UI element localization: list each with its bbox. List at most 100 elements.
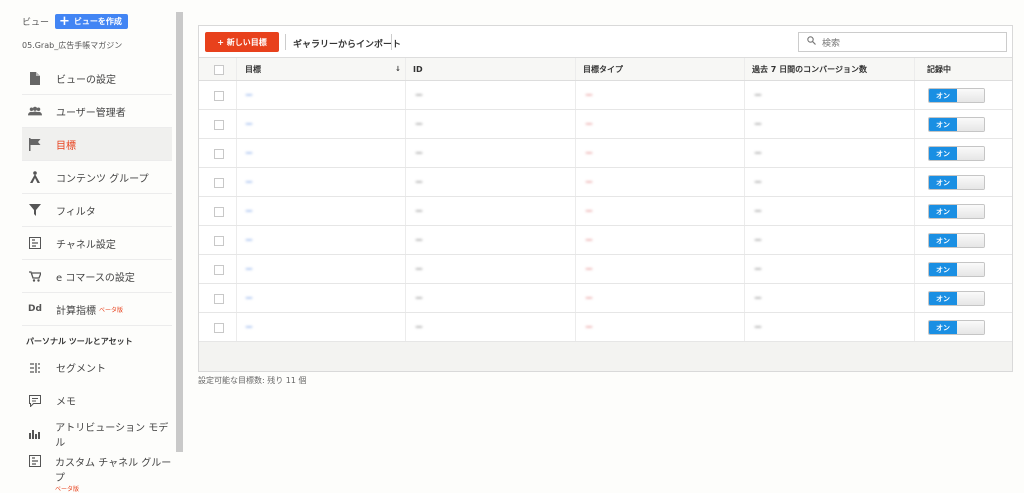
recording-toggle[interactable]: オン bbox=[928, 168, 985, 197]
sidebar-item-segments[interactable]: セグメント bbox=[22, 351, 172, 384]
goal-name-link[interactable]: ー bbox=[245, 168, 253, 197]
row-checkbox[interactable] bbox=[214, 81, 224, 110]
column-separator bbox=[575, 255, 576, 283]
table-row: ー ー ー ー オン bbox=[199, 197, 1012, 226]
column-separator bbox=[405, 197, 406, 225]
divider bbox=[391, 34, 392, 50]
sidebar-item-memo[interactable]: メモ bbox=[22, 384, 172, 417]
goal-name-link[interactable]: ー bbox=[245, 313, 253, 342]
recording-toggle[interactable]: オン bbox=[928, 81, 985, 110]
conversion-count: ー bbox=[754, 294, 762, 303]
goal-name-link[interactable]: ー bbox=[245, 255, 253, 284]
sidebar-item-content-grouping[interactable]: コンテンツ グループ bbox=[22, 161, 172, 194]
sidebar-item-calculated-metrics[interactable]: Dd 計算指標 ベータ版 bbox=[22, 293, 172, 326]
recording-toggle[interactable]: オン bbox=[928, 139, 985, 168]
row-checkbox[interactable] bbox=[214, 313, 224, 342]
row-checkbox[interactable] bbox=[214, 255, 224, 284]
row-checkbox[interactable] bbox=[214, 168, 224, 197]
goals-toolbar: + 新しい目標 ギャラリーからインポート 検索 bbox=[199, 26, 1012, 58]
goal-type: ー bbox=[585, 207, 593, 216]
sidebar-item-view-settings[interactable]: ビューの設定 bbox=[22, 62, 172, 95]
goal-name-link[interactable]: ー bbox=[245, 110, 253, 139]
goal-name-link[interactable]: ー bbox=[245, 139, 253, 168]
goal-name-link[interactable]: ー bbox=[245, 226, 253, 255]
goals-panel: + 新しい目標 ギャラリーからインポート 検索 目標 ↓ ID 目標タイプ 過去… bbox=[198, 25, 1013, 372]
table-row: ー ー ー ー オン bbox=[199, 110, 1012, 139]
recording-toggle[interactable]: オン bbox=[928, 255, 985, 284]
sidebar-item-channel-settings[interactable]: チャネル設定 bbox=[22, 227, 172, 260]
select-all-checkbox[interactable] bbox=[214, 65, 224, 75]
column-separator bbox=[744, 81, 745, 109]
goal-name-link[interactable]: ー bbox=[245, 81, 253, 110]
goals-table-body: ー ー ー ー オン ー ー ー ー オン ー ー ー ー オン ー ー ー ー… bbox=[199, 81, 1012, 342]
conversion-count: ー bbox=[754, 120, 762, 129]
column-separator bbox=[236, 58, 237, 80]
column-header-recording[interactable]: 記録中 bbox=[927, 58, 951, 81]
row-checkbox[interactable] bbox=[214, 197, 224, 226]
recording-toggle[interactable]: オン bbox=[928, 110, 985, 139]
row-checkbox[interactable] bbox=[214, 110, 224, 139]
column-separator bbox=[405, 110, 406, 138]
recording-toggle[interactable]: オン bbox=[928, 313, 985, 342]
column-separator bbox=[744, 313, 745, 341]
column-separator bbox=[405, 139, 406, 167]
sidebar-item-custom-channel-groups[interactable]: カスタム チャネル グループ ベータ版 bbox=[22, 450, 172, 493]
search-input[interactable]: 検索 bbox=[798, 32, 1007, 52]
sidebar-item-ecommerce-settings[interactable]: e コマースの設定 bbox=[22, 260, 172, 293]
sidebar-item-label: e コマースの設定 bbox=[56, 272, 135, 284]
toggle-on-label: オン bbox=[929, 205, 957, 218]
column-separator bbox=[744, 255, 745, 283]
sidebar-item-goals[interactable]: 目標 bbox=[22, 128, 172, 161]
sidebar-item-label: メモ bbox=[56, 397, 76, 408]
toggle-off-segment bbox=[957, 147, 984, 160]
column-separator bbox=[914, 226, 915, 254]
conversion-count: ー bbox=[754, 265, 762, 274]
goal-name-link[interactable]: ー bbox=[245, 197, 253, 226]
row-checkbox[interactable] bbox=[214, 139, 224, 168]
sidebar-item-label: コンテンツ グループ bbox=[56, 173, 149, 185]
goal-name-link[interactable]: ー bbox=[245, 284, 253, 313]
column-header-conversions[interactable]: 過去 7 日間のコンバージョン数 bbox=[752, 58, 867, 81]
column-separator bbox=[405, 255, 406, 283]
column-header-id[interactable]: ID bbox=[413, 58, 423, 81]
column-separator bbox=[744, 197, 745, 225]
search-icon bbox=[807, 36, 816, 48]
import-gallery-link[interactable]: ギャラリーからインポート bbox=[293, 37, 401, 50]
goal-type: ー bbox=[585, 149, 593, 158]
recording-toggle[interactable]: オン bbox=[928, 284, 985, 313]
search-placeholder: 検索 bbox=[822, 38, 841, 49]
toggle-on-label: オン bbox=[929, 176, 957, 189]
conversion-count: ー bbox=[754, 207, 762, 216]
sort-desc-icon[interactable]: ↓ bbox=[395, 58, 401, 81]
column-separator bbox=[575, 110, 576, 138]
toggle-on-label: オン bbox=[929, 292, 957, 305]
column-separator bbox=[914, 168, 915, 196]
row-checkbox[interactable] bbox=[214, 226, 224, 255]
goal-id: ー bbox=[415, 207, 423, 216]
conversion-count: ー bbox=[754, 323, 762, 332]
table-row: ー ー ー ー オン bbox=[199, 81, 1012, 110]
column-header-goal-type[interactable]: 目標タイプ bbox=[583, 58, 623, 81]
column-separator bbox=[405, 58, 406, 80]
create-view-button[interactable]: + ビューを作成 bbox=[55, 14, 128, 29]
conversion-count: ー bbox=[754, 178, 762, 187]
column-separator bbox=[744, 139, 745, 167]
recording-toggle[interactable]: オン bbox=[928, 226, 985, 255]
toggle-on-label: オン bbox=[929, 118, 957, 131]
sidebar-item-user-management[interactable]: ユーザー管理者 bbox=[22, 95, 172, 128]
row-checkbox[interactable] bbox=[214, 284, 224, 313]
sidebar-item-attribution-models[interactable]: アトリビューション モデル bbox=[22, 417, 172, 450]
sidebar-scrollbar[interactable] bbox=[176, 12, 183, 452]
column-separator bbox=[575, 197, 576, 225]
column-separator bbox=[236, 255, 237, 283]
recording-toggle[interactable]: オン bbox=[928, 197, 985, 226]
plus-icon: + bbox=[59, 13, 70, 29]
column-separator bbox=[405, 168, 406, 196]
goal-type: ー bbox=[585, 178, 593, 187]
new-goal-button[interactable]: + 新しい目標 bbox=[205, 32, 279, 52]
conversion-count: ー bbox=[754, 236, 762, 245]
sidebar-item-filters[interactable]: フィルタ bbox=[22, 194, 172, 227]
beta-badge: ベータ版 bbox=[55, 486, 80, 493]
column-separator bbox=[744, 168, 745, 196]
column-header-goal[interactable]: 目標 bbox=[245, 58, 261, 81]
